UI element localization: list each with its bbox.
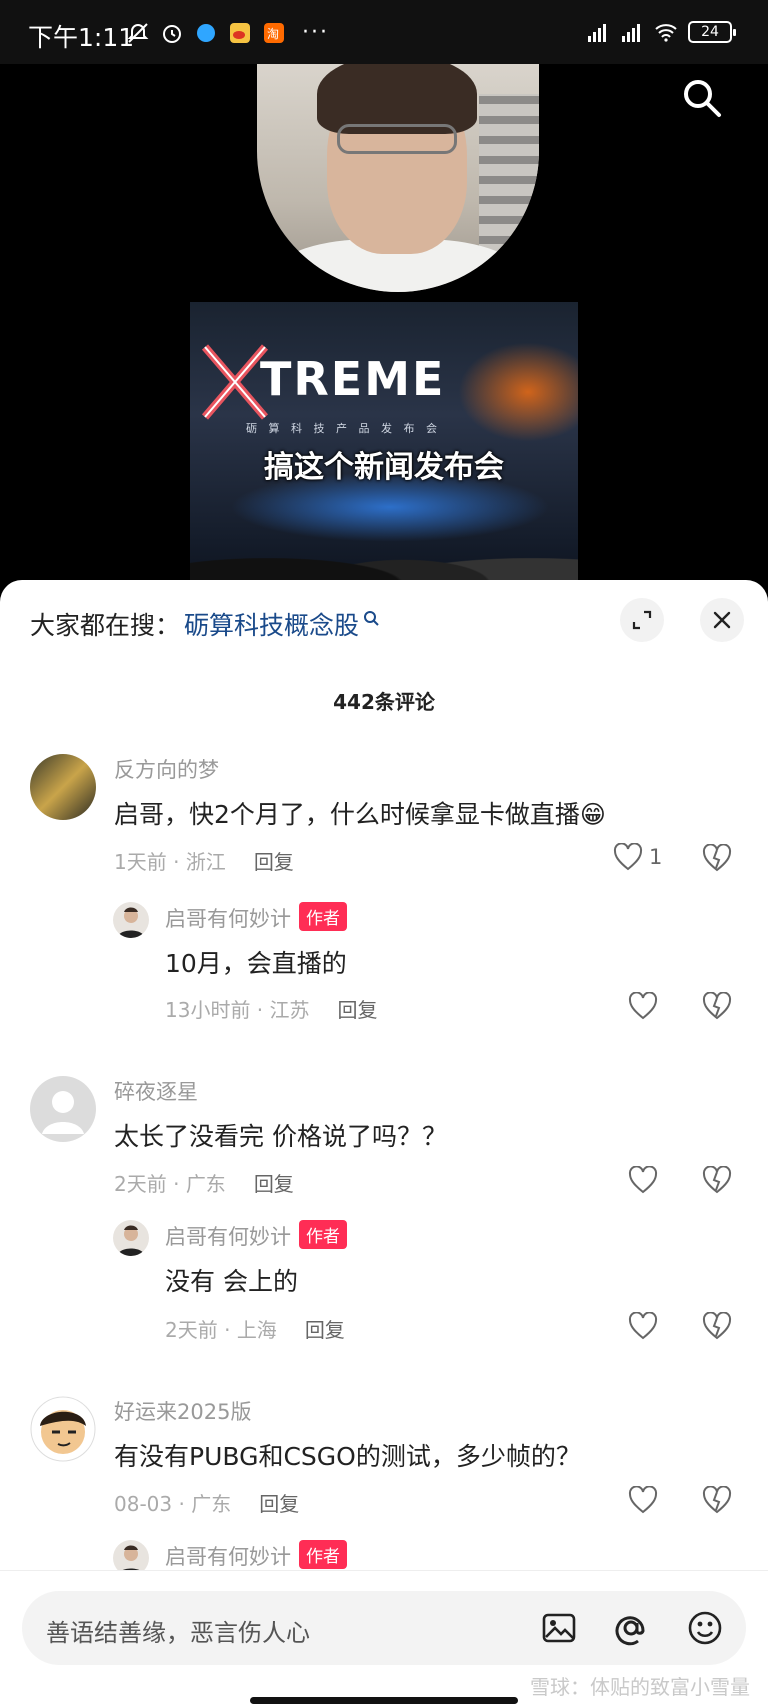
comment-text: 启哥，快2个月了，什么时候拿显卡做直播😁 — [114, 800, 606, 829]
reply-button[interactable]: 回复 — [254, 1172, 294, 1196]
reply-time: 2天前 — [165, 1318, 218, 1342]
avatar[interactable] — [113, 1220, 149, 1256]
reply-text: 10月，会直播的 — [165, 949, 347, 978]
comment-location: 广东 — [185, 1172, 226, 1196]
author-badge: 作者 — [299, 902, 347, 931]
system-icons: 24 — [586, 20, 736, 44]
avatar[interactable] — [30, 754, 96, 820]
comment-time: 08-03 — [114, 1492, 173, 1516]
dislike-icon[interactable] — [702, 1166, 732, 1194]
app-icon — [197, 23, 215, 42]
reply-author[interactable]: 启哥有何妙计 作者 — [165, 1540, 347, 1571]
reply-button[interactable]: 回复 — [338, 998, 378, 1022]
dislike-icon[interactable] — [702, 844, 732, 872]
trending-search-label: 大家都在搜： — [30, 611, 181, 640]
reply-author[interactable]: 启哥有何妙计 作者 — [165, 1220, 347, 1251]
heart-icon[interactable] — [628, 1312, 658, 1340]
reply-button[interactable]: 回复 — [254, 850, 294, 874]
signal-icon — [588, 24, 606, 42]
trending-search[interactable]: 大家都在搜： 砺算科技概念股 — [30, 606, 379, 642]
expand-icon — [632, 610, 652, 630]
comment-meta: 2天前 · 广东 回复 — [114, 1172, 294, 1196]
signal-icon — [622, 24, 640, 42]
status-time: 下午1:11 — [28, 23, 135, 52]
dislike-icon[interactable] — [702, 992, 732, 1020]
reply-author-name[interactable]: 启哥有何妙计 — [165, 1225, 291, 1249]
reply-author-name[interactable]: 启哥有何妙计 — [165, 1545, 291, 1569]
avatar[interactable] — [30, 1076, 96, 1142]
home-indicator[interactable] — [250, 1697, 518, 1704]
reply-button[interactable]: 回复 — [305, 1318, 345, 1342]
video-subtitle: 搞这个新闻发布会 — [264, 450, 504, 485]
reply-text: 没有 会上的 — [165, 1267, 298, 1296]
dislike-icon[interactable] — [702, 1486, 732, 1514]
more-notifications: ··· — [302, 20, 329, 45]
heart-icon[interactable] — [628, 992, 658, 1020]
like-button[interactable]: 1 — [613, 843, 662, 871]
heart-icon[interactable] — [628, 1486, 658, 1514]
video-player[interactable]: TREME 砺 算 科 技 产 品 发 布 会 搞这个新闻发布会 — [0, 64, 768, 584]
brand-logo-text: TREME — [260, 352, 446, 406]
close-icon — [713, 611, 731, 629]
wifi-icon — [655, 24, 677, 42]
notification-icons: 淘 ··· — [126, 20, 329, 45]
comment-text: 有没有PUBG和CSGO的测试，多少帧的？ — [114, 1442, 581, 1471]
reply-button[interactable]: 回复 — [259, 1492, 299, 1516]
dislike-icon[interactable] — [702, 1312, 732, 1340]
emoji-icon[interactable] — [686, 1609, 724, 1647]
like-count: 1 — [649, 845, 663, 869]
comment-input[interactable]: 善语结善缘，恶言伤人心 — [22, 1591, 746, 1665]
presenter-video — [257, 64, 539, 292]
comment-location: 浙江 — [185, 850, 226, 874]
comment-sheet: 大家都在搜： 砺算科技概念股 442条评论 反方向的梦 启哥，快2个月了，什么时… — [0, 580, 768, 1707]
reply-meta: 13小时前 · 江苏 回复 — [165, 998, 378, 1022]
launch-event-clip: TREME 砺 算 科 技 产 品 发 布 会 搞这个新闻发布会 — [190, 302, 578, 584]
search-icon[interactable] — [680, 76, 724, 120]
comment-location: 广东 — [191, 1492, 232, 1516]
status-bar: 下午1:11 淘 ··· 24 — [0, 0, 768, 64]
reply-author[interactable]: 启哥有何妙计 作者 — [165, 902, 347, 933]
comment-time: 2天前 — [114, 1172, 167, 1196]
comment-input-placeholder: 善语结善缘，恶言伤人心 — [46, 1619, 310, 1647]
author-badge: 作者 — [299, 1220, 347, 1249]
comment-meta: 08-03 · 广东 回复 — [114, 1492, 300, 1516]
comment-author[interactable]: 好运来2025版 — [114, 1396, 251, 1426]
author-badge: 作者 — [299, 1540, 347, 1569]
taobao-icon: 淘 — [264, 22, 284, 43]
brand-subtitle: 砺 算 科 技 产 品 发 布 会 — [246, 422, 441, 435]
comment-author[interactable]: 反方向的梦 — [114, 754, 219, 784]
close-button[interactable] — [700, 598, 744, 642]
comment-text: 太长了没看完 价格说了吗？？ — [114, 1122, 447, 1151]
avatar[interactable] — [30, 1396, 96, 1462]
comment-time: 1天前 — [114, 850, 167, 874]
reply-location: 江苏 — [269, 998, 310, 1022]
weibo-icon — [230, 22, 250, 43]
comment-input-bar: 善语结善缘，恶言伤人心 雪球：体贴的致富小雪量 — [0, 1570, 768, 1707]
battery-indicator: 24 — [688, 21, 736, 43]
mention-icon[interactable] — [612, 1609, 650, 1647]
reply-location: 上海 — [236, 1318, 277, 1342]
reply-meta: 2天前 · 上海 回复 — [165, 1318, 345, 1342]
expand-button[interactable] — [620, 598, 664, 642]
presenter-glasses — [337, 124, 457, 154]
search-icon — [364, 611, 379, 626]
watermark: 雪球：体贴的致富小雪量 — [530, 1675, 750, 1699]
trending-search-term[interactable]: 砺算科技概念股 — [184, 606, 359, 642]
mute-icon — [127, 22, 149, 43]
audience-heads — [190, 524, 578, 584]
bookshelf — [479, 94, 539, 264]
comment-author[interactable]: 碎夜逐星 — [114, 1076, 198, 1106]
avatar[interactable] — [113, 902, 149, 938]
reply-author-name[interactable]: 启哥有何妙计 — [165, 907, 291, 931]
alarm-icon — [163, 24, 181, 43]
image-icon[interactable] — [540, 1609, 578, 1647]
heart-icon[interactable] — [628, 1166, 658, 1194]
stage-light — [458, 342, 578, 442]
heart-icon — [613, 843, 643, 871]
comment-meta: 1天前 · 浙江 回复 — [114, 850, 294, 874]
comment-count: 442条评论 — [333, 690, 435, 714]
svg-text:淘: 淘 — [267, 27, 279, 41]
reply-time: 13小时前 — [165, 998, 251, 1022]
